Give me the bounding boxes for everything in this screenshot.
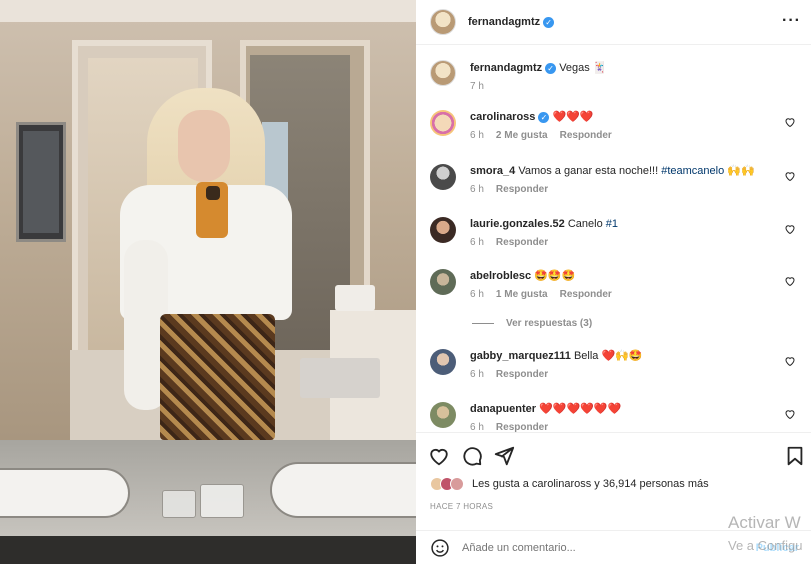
share-paper-plane-icon[interactable] [493,445,515,467]
author-username[interactable]: fernandagmtz [468,16,540,28]
liker-avatar [450,477,464,491]
comment-avatar[interactable] [430,349,456,375]
photo-towels-top [335,285,375,311]
comment-time: 6 h [470,422,484,432]
like-heart-icon[interactable] [428,445,450,467]
photo-phone-camera [206,186,220,200]
post-time-ago: HACE 7 HORAS [430,502,494,511]
save-bookmark-icon[interactable] [784,445,806,467]
comment-text: ❤️❤️❤️❤️❤️❤️ [539,403,622,415]
post-actions [416,432,811,476]
comment-text: ❤️❤️❤️ [552,111,594,123]
hashtag-link[interactable]: #1 [606,218,618,230]
comment-bubble-icon[interactable] [461,445,483,467]
comment-text: Vamos a ganar esta noche!!! [518,165,659,177]
comments-list[interactable]: fernandagmtz ✓ Vegas 🃏 7 h carolinaross ✓ … [416,46,811,432]
comment-avatar[interactable] [430,402,456,428]
like-comment-heart-icon[interactable] [784,223,796,235]
comment-text: Canelo [567,218,603,230]
photo-counter-edge [0,536,416,564]
like-comment-heart-icon[interactable] [784,408,796,420]
like-comment-heart-icon[interactable] [784,355,796,367]
add-comment-input[interactable] [462,541,712,554]
author-avatar[interactable] [430,9,456,35]
photo-glass-1 [162,490,196,518]
replies-line [472,323,494,324]
comment-text: Bella ❤️🙌🤩 [573,350,643,362]
comment-likes[interactable]: 2 Me gusta [496,130,548,141]
photo-person-face [178,110,230,182]
likes-summary: Les gusta a carolinaross y 36,914 person… [430,477,709,491]
comment-avatar[interactable] [430,110,456,136]
reply-button[interactable]: Responder [560,130,612,141]
photo-glass-2 [200,484,244,518]
comment-username[interactable]: laurie.gonzales.52 [470,218,565,230]
comment-text: 🤩🤩🤩 [534,270,576,282]
photo-ceiling [0,0,416,22]
verified-icon: ✓ [545,62,557,74]
caption-username[interactable]: fernandagmtz [470,62,542,74]
post-photo[interactable] [0,0,416,564]
photo-sink-left [0,468,130,518]
comment-emoji: 🙌🙌 [724,165,755,177]
photo-sink-right [270,462,416,518]
activation-watermark: Activar W [728,513,801,532]
comment-username[interactable]: smora_4 [470,165,515,177]
reply-button[interactable]: Responder [496,184,548,195]
comment-username[interactable]: abelroblesc [470,270,531,282]
more-options-icon[interactable]: ··· [782,12,801,30]
post-header: fernandagmtz ✓ ··· [416,0,811,45]
activation-watermark-sub: Ve a Configu [728,538,803,553]
photo-towels [300,358,380,398]
caption-avatar[interactable] [430,60,456,86]
comment-username[interactable]: danapuenter [470,403,536,415]
like-comment-heart-icon[interactable] [784,275,796,287]
comment-avatar[interactable] [430,164,456,190]
emoji-smiley-icon[interactable] [430,538,450,558]
comment-username[interactable]: carolinaross [470,111,535,123]
reply-button[interactable]: Responder [560,289,612,300]
comment-time: 6 h [470,237,484,248]
view-replies-label: Ver respuestas (3) [506,318,593,329]
comment-avatar[interactable] [430,269,456,295]
like-comment-heart-icon[interactable] [784,116,796,128]
verified-icon: ✓ [538,111,550,123]
reply-button[interactable]: Responder [496,422,548,432]
reply-button[interactable]: Responder [496,369,548,380]
comment-avatar[interactable] [430,217,456,243]
comment-time: 6 h [470,289,484,300]
hashtag-link[interactable]: #teamcanelo [661,165,724,177]
like-comment-heart-icon[interactable] [784,170,796,182]
photo-tv [16,122,66,242]
comment-time: 6 h [470,184,484,195]
comment-username[interactable]: gabby_marquez111 [470,350,571,362]
reply-button[interactable]: Responder [496,237,548,248]
comment-likes[interactable]: 1 Me gusta [496,289,548,300]
comment-time: 6 h [470,130,484,141]
caption-time: 7 h [470,81,484,92]
verified-icon: ✓ [543,16,555,28]
post-side-panel: fernandagmtz ✓ ··· fernandagmtz ✓ Vegas 🃏… [416,0,811,564]
caption-text: Vegas 🃏 [559,62,607,74]
likes-text[interactable]: Les gusta a carolinaross y 36,914 person… [472,478,709,490]
view-replies-button[interactable]: Ver respuestas (3) [472,318,592,329]
comment-time: 6 h [470,369,484,380]
photo-person-skirt [160,314,275,440]
